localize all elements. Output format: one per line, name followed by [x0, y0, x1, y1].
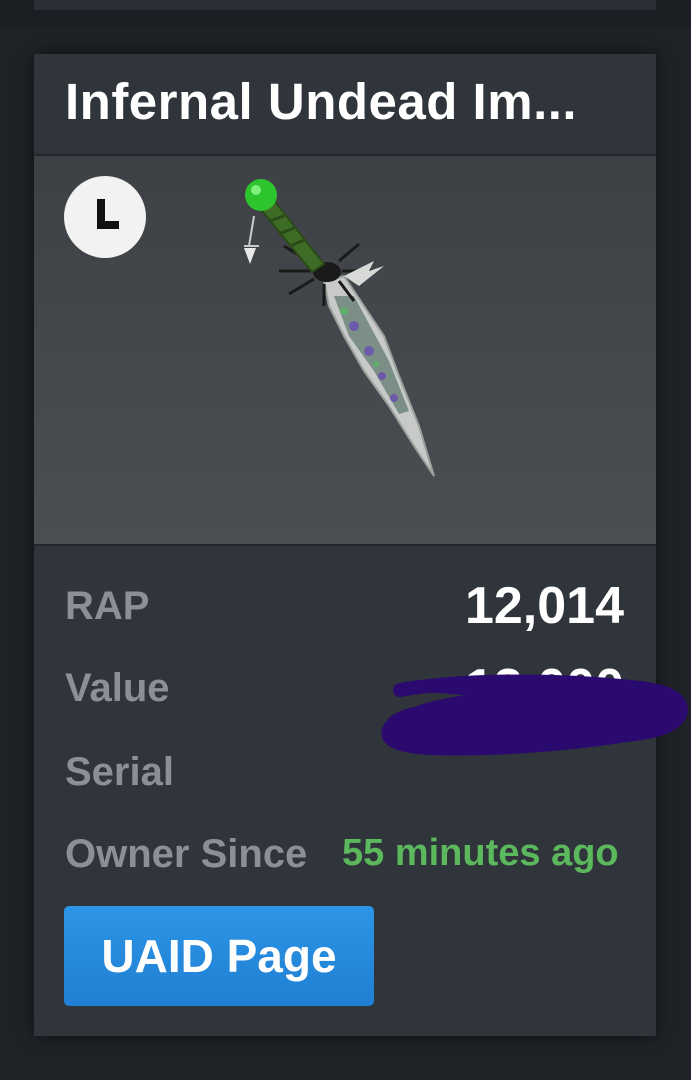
item-name[interactable]: Infernal Undead Im... [65, 72, 577, 131]
rap-label: RAP [65, 584, 150, 628]
previous-card-edge [34, 0, 656, 10]
owner-since-value: 55 minutes ago [342, 832, 619, 874]
value-label: Value [65, 666, 170, 710]
serial-label: Serial [65, 750, 174, 794]
serial-redaction-scribble [381, 674, 688, 756]
uaid-page-button[interactable]: UAID Page [64, 906, 374, 1006]
rap-value: 12,014 [464, 577, 624, 635]
sword-item-image [244, 179, 435, 477]
stat-row-owner-since: Owner Since 55 minutes ago [34, 824, 656, 894]
stat-row-rap: RAP 12,014 [34, 576, 656, 646]
item-thumbnail[interactable] [34, 156, 656, 546]
limited-clock-icon [64, 176, 146, 258]
owner-since-label: Owner Since [65, 832, 308, 876]
item-card: Infernal Undead Im... RAP 12,014 Value S… [34, 54, 656, 1036]
card-header: Infernal Undead Im... [34, 54, 656, 156]
